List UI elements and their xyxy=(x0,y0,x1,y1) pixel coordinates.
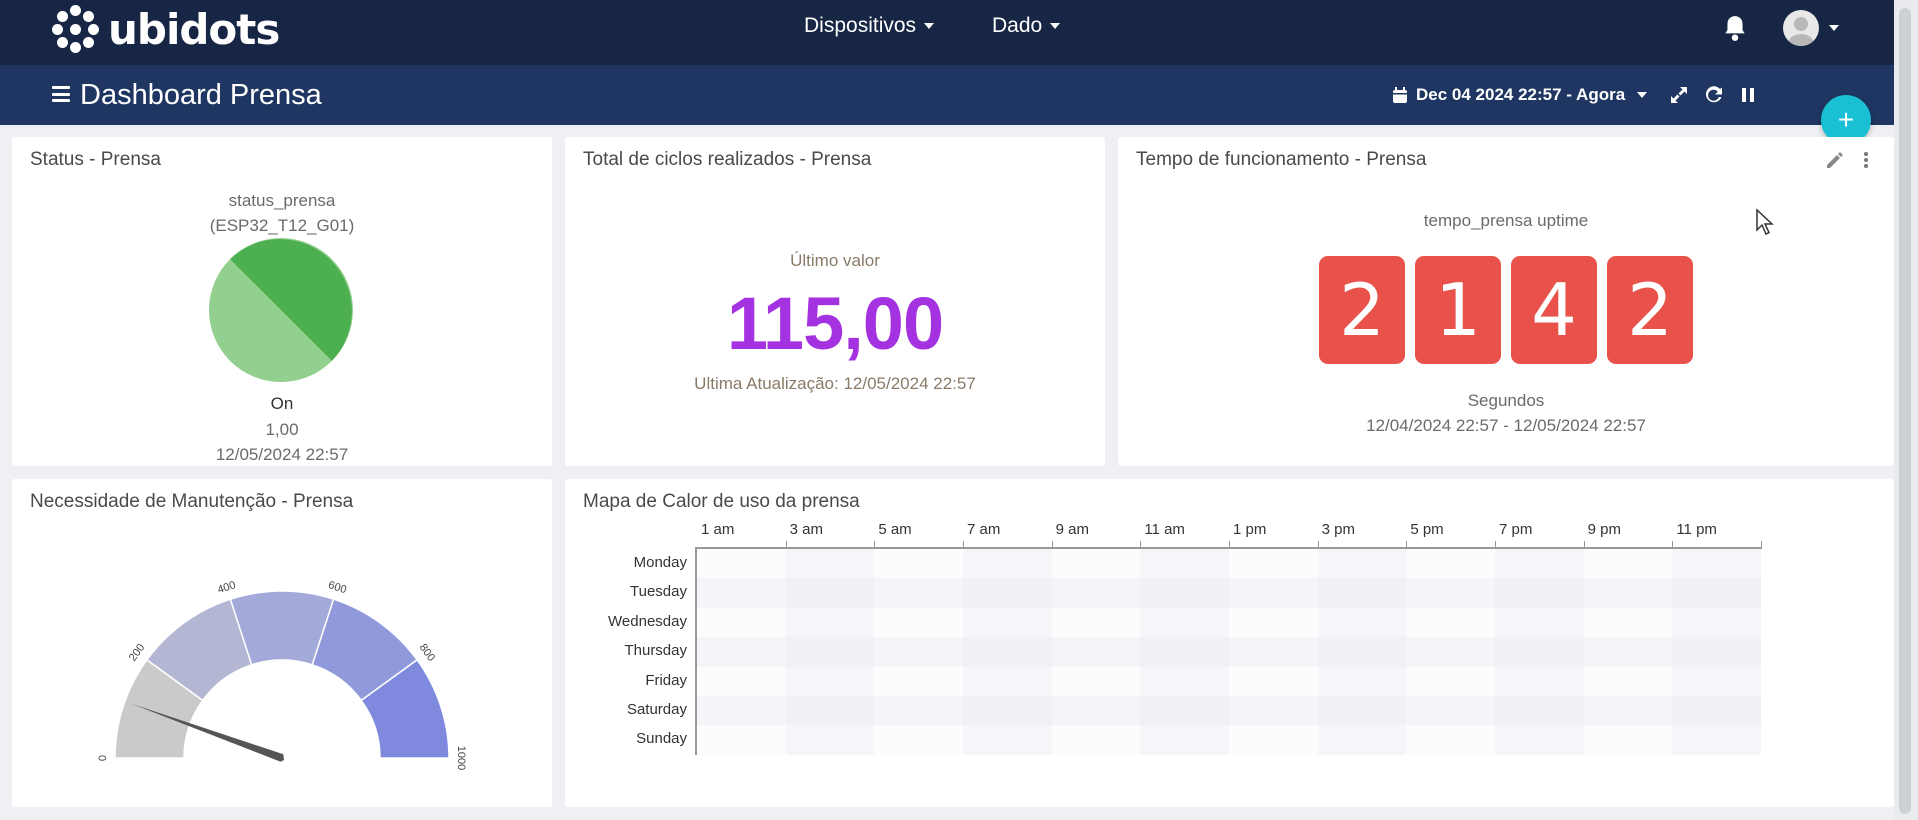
heatmap-row xyxy=(697,696,1761,726)
heatmap-widget[interactable]: Mapa de Calor de uso da prensa 1 am 3 am 5… xyxy=(565,479,1894,807)
status-pie-chart xyxy=(209,238,353,382)
fullscreen-icon[interactable] xyxy=(1669,85,1689,105)
heatmap-tick xyxy=(1317,541,1319,549)
scrollbar-thumb[interactable] xyxy=(1899,8,1911,814)
gauge-tick-label: 0 xyxy=(97,755,109,761)
user-menu[interactable] xyxy=(1783,10,1839,46)
heatmap-tick xyxy=(1761,541,1762,549)
dashboard-header: Dashboard Prensa Dec 04 2024 22:57 - Ago… xyxy=(0,65,1894,125)
chevron-down-icon xyxy=(924,23,935,29)
maintenance-gauge-widget[interactable]: Necessidade de Manutenção - Prensa 0 200 4… xyxy=(12,479,552,807)
heatmap-day-label: Sunday xyxy=(636,730,687,748)
heatmap-hour-label: 7 am xyxy=(967,521,1001,538)
gauge-tick-label: 600 xyxy=(327,579,348,596)
chevron-down-icon xyxy=(1829,25,1839,31)
uptime-unit: Segundos xyxy=(1467,391,1545,410)
last-value-caption: Último valor xyxy=(790,251,880,270)
metric-value: 115,00 xyxy=(726,282,944,365)
heatmap-hour-label: 1 am xyxy=(701,521,735,538)
user-silhouette-icon xyxy=(1788,17,1814,46)
gauge-tick-label: 800 xyxy=(417,642,437,664)
heatmap-chart: 1 am 3 am 5 am 7 am 9 am 11 am 1 pm 3 pm 5 pm 7 p… xyxy=(565,479,1894,807)
status-state: On xyxy=(270,394,294,413)
widget-title: Status - Prensa xyxy=(30,149,161,170)
variable-name: status_prensa xyxy=(228,191,336,210)
gauge-tick-label: 400 xyxy=(216,579,237,596)
date-range-label: Dec 04 2024 22:57 - Agora xyxy=(1416,85,1626,104)
widget-title: Tempo de funcionamento - Prensa xyxy=(1136,149,1427,170)
uptime-widget[interactable]: Tempo de funcionamento - Prensa tempo_pr… xyxy=(1118,137,1894,466)
heatmap-tick xyxy=(1495,541,1496,549)
heatmap-day-label: Tuesday xyxy=(630,583,687,601)
uptime-variable-label: tempo_prensa uptime xyxy=(1423,211,1589,230)
heatmap-tick xyxy=(1051,541,1053,549)
status-widget[interactable]: Status - Prensa status_prensa (ESP32_T12… xyxy=(12,137,552,466)
heatmap-tick xyxy=(1672,541,1674,549)
top-navbar: ubidots Dispositivos Dado xyxy=(0,0,1918,65)
last-update-text: Ultima Atualização: 12/05/2024 22:57 xyxy=(694,374,976,393)
heatmap-tick xyxy=(963,541,964,549)
logo-dots-icon xyxy=(52,5,100,53)
gauge-tick-label: 200 xyxy=(127,642,147,664)
heatmap-day-label: Thursday xyxy=(624,642,687,660)
heatmap-tick xyxy=(1229,541,1230,549)
notifications-bell-icon[interactable] xyxy=(1722,14,1748,42)
heatmap-hour-label: 11 am xyxy=(1144,521,1185,538)
edit-pencil-icon[interactable] xyxy=(1825,150,1845,170)
heatmap-hour-label: 5 am xyxy=(878,521,912,538)
nav-data-label: Dado xyxy=(992,14,1043,37)
heatmap-row xyxy=(697,578,1761,608)
heatmap-day-label: Saturday xyxy=(626,701,687,718)
logo-wordmark: ubidots xyxy=(108,4,280,54)
heatmap-day-label: Monday xyxy=(633,554,687,571)
avatar xyxy=(1783,10,1819,46)
heatmap-hour-label: 7 pm xyxy=(1499,521,1533,538)
nav-devices-label: Dispositivos xyxy=(804,14,917,37)
mouse-cursor-icon xyxy=(1756,208,1774,236)
widget-title: Total de ciclos realizados - Prensa xyxy=(583,149,872,170)
page-title: Dashboard Prensa xyxy=(80,79,322,111)
heatmap-day-label: Wednesday xyxy=(608,612,687,630)
heatmap-hour-label: 9 pm xyxy=(1587,521,1622,538)
chevron-down-icon xyxy=(1050,23,1061,29)
menu-icon[interactable] xyxy=(52,86,70,102)
refresh-icon[interactable] xyxy=(1704,85,1724,105)
heatmap-hour-label: 3 am xyxy=(789,521,824,538)
heatmap-tick xyxy=(1406,541,1408,549)
ubidots-logo[interactable]: ubidots xyxy=(52,4,280,54)
heatmap-hour-label: 11 pm xyxy=(1676,521,1717,538)
uptime-digit: 2 xyxy=(1607,256,1693,364)
device-name: (ESP32_T12_G01) xyxy=(209,216,355,235)
heatmap-row xyxy=(697,637,1761,667)
nav-data-menu[interactable]: Dado xyxy=(992,14,1061,38)
calendar-icon xyxy=(1393,86,1407,103)
gauge-tick-label: 1000 xyxy=(455,746,467,770)
heatmap-hour-label: 3 pm xyxy=(1321,521,1356,538)
cycles-widget[interactable]: Total de ciclos realizados - Prensa Últi… xyxy=(565,137,1105,466)
uptime-digit: 4 xyxy=(1511,256,1597,364)
gauge-chart: 0 200 400 600 800 1000 xyxy=(97,579,467,770)
nav-devices-menu[interactable]: Dispositivos xyxy=(804,14,935,38)
heatmap-tick xyxy=(1140,541,1142,549)
heatmap-tick xyxy=(785,541,787,549)
heatmap-hour-label: 1 pm xyxy=(1233,521,1267,538)
chevron-down-icon xyxy=(1637,92,1648,98)
heatmap-hour-label: 9 am xyxy=(1055,521,1090,538)
heatmap-day-label: Friday xyxy=(645,671,687,689)
heatmap-tick xyxy=(1583,541,1585,549)
date-range-picker[interactable]: Dec 04 2024 22:57 - Agora xyxy=(1392,85,1648,105)
uptime-digit: 1 xyxy=(1415,256,1501,364)
heatmap-hour-label: 5 pm xyxy=(1410,521,1444,538)
uptime-range: 12/04/2024 22:57 - 12/05/2024 22:57 xyxy=(1366,416,1646,435)
pause-icon[interactable] xyxy=(1738,85,1758,105)
status-value: 1,00 xyxy=(265,420,299,439)
status-timestamp: 12/05/2024 22:57 xyxy=(215,445,349,464)
heatmap-tick xyxy=(874,541,876,549)
uptime-digit: 2 xyxy=(1319,256,1405,364)
more-options-icon[interactable] xyxy=(1862,150,1870,170)
